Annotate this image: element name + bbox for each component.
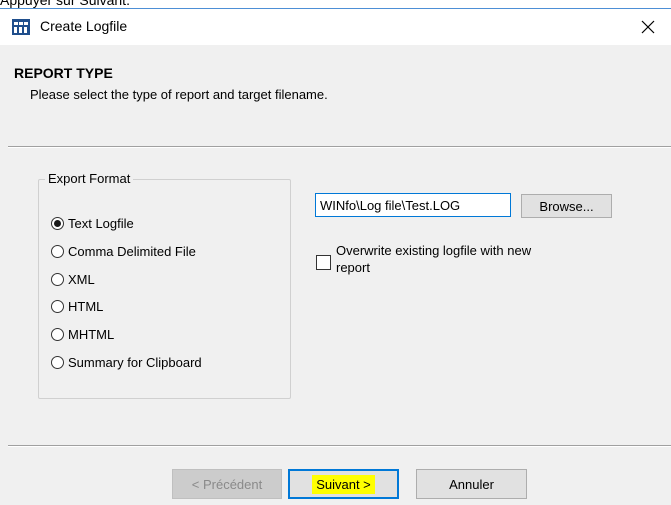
logfile-path-input[interactable] xyxy=(315,193,511,217)
window-title: Create Logfile xyxy=(40,18,128,34)
radio-button[interactable] xyxy=(51,327,64,341)
overwrite-checkbox-row[interactable]: Overwrite existing logfile with new repo… xyxy=(316,242,536,276)
next-button-label: Suivant > xyxy=(312,474,375,494)
page-title: REPORT TYPE xyxy=(14,65,113,81)
next-button[interactable]: Suivant > xyxy=(288,469,399,499)
previous-button[interactable]: < Précédent xyxy=(172,469,282,499)
radio-label: Comma Delimited File xyxy=(68,243,196,259)
close-icon xyxy=(641,20,655,34)
header-divider xyxy=(8,147,671,148)
footer-divider-highlight xyxy=(8,446,671,447)
caption-text: Appuyer sur Suivant. xyxy=(0,0,130,8)
cancel-button[interactable]: Annuler xyxy=(416,469,527,499)
export-format-label: Export Format xyxy=(45,171,134,186)
radio-button[interactable] xyxy=(51,355,64,369)
radio-comma-delimited[interactable]: Comma Delimited File xyxy=(51,242,196,260)
create-logfile-dialog: Create Logfile REPORT TYPE Please select… xyxy=(0,8,671,505)
radio-button[interactable] xyxy=(51,299,64,313)
radio-mhtml[interactable]: MHTML xyxy=(51,325,114,343)
overwrite-checkbox[interactable] xyxy=(316,255,331,270)
radio-label: HTML xyxy=(68,298,104,314)
app-grid-icon xyxy=(12,19,30,35)
radio-html[interactable]: HTML xyxy=(51,297,103,315)
radio-label: Summary for Clipboard xyxy=(68,354,202,370)
title-bar: Create Logfile xyxy=(0,9,671,45)
radio-label: MHTML xyxy=(68,326,115,342)
radio-summary-clipboard[interactable]: Summary for Clipboard xyxy=(51,353,202,371)
browse-button[interactable]: Browse... xyxy=(521,194,612,218)
screenshot-root: Appuyer sur Suivant. Create Logfile REPO… xyxy=(0,0,671,505)
radio-label: XML xyxy=(68,271,95,287)
radio-text-logfile[interactable]: Text Logfile xyxy=(51,214,134,232)
export-format-group: Export Format Text Logfile Comma Delimit… xyxy=(38,171,291,399)
radio-label: Text Logfile xyxy=(68,215,134,231)
radio-button-checked[interactable] xyxy=(51,216,64,230)
radio-button[interactable] xyxy=(51,244,64,258)
close-button[interactable] xyxy=(625,9,671,45)
radio-xml[interactable]: XML xyxy=(51,270,95,288)
overwrite-label: Overwrite existing logfile with new repo… xyxy=(336,243,532,275)
wizard-header: REPORT TYPE Please select the type of re… xyxy=(8,45,671,147)
radio-button[interactable] xyxy=(51,272,64,286)
page-subtitle: Please select the type of report and tar… xyxy=(30,87,328,102)
